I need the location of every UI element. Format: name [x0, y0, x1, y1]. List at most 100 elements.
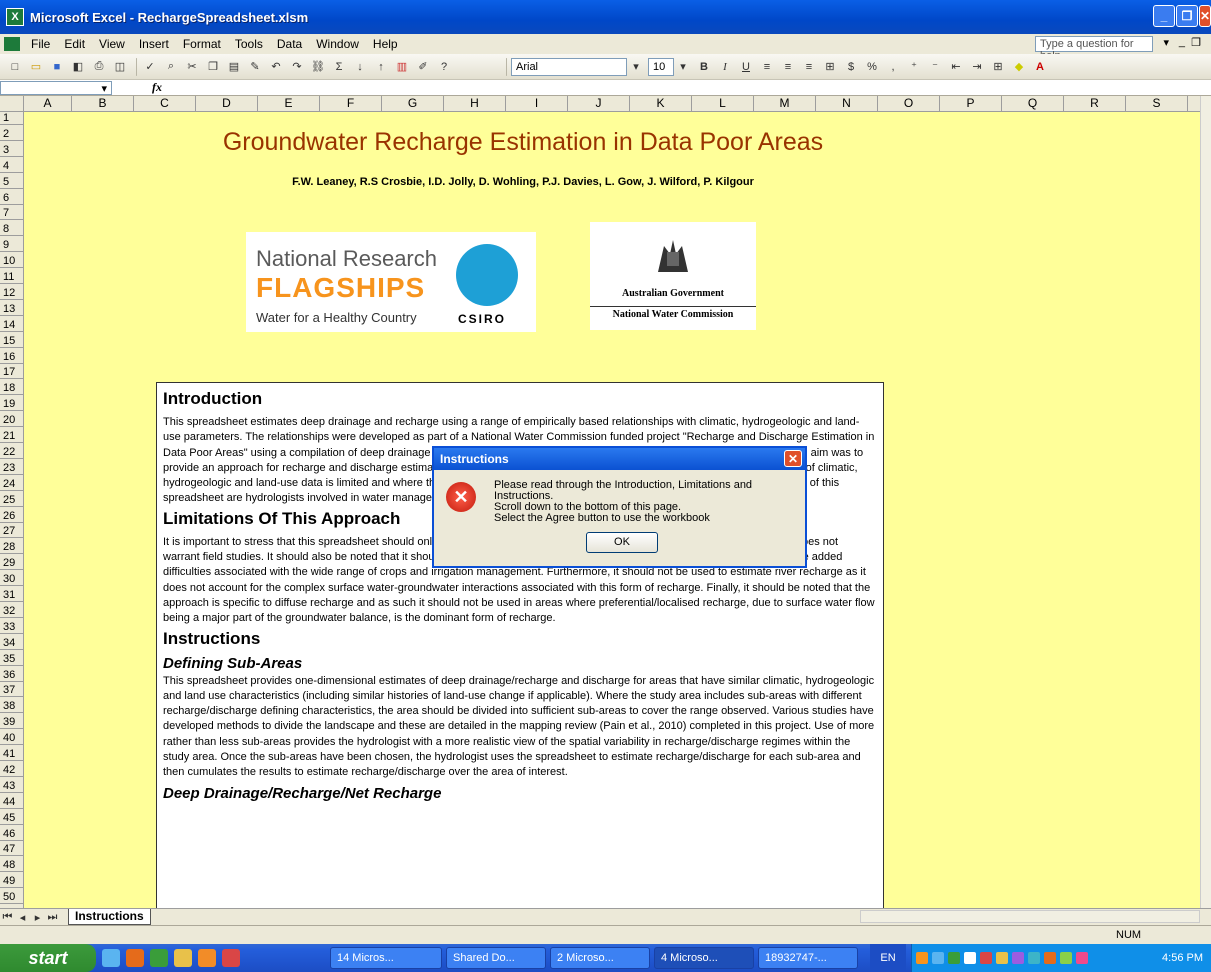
- folder-quicklaunch-icon[interactable]: [174, 949, 192, 967]
- row-header[interactable]: 15: [0, 335, 24, 348]
- column-header[interactable]: K: [630, 96, 692, 112]
- sort-descending-icon[interactable]: ↑: [372, 58, 390, 76]
- tray-icon[interactable]: [1044, 952, 1056, 964]
- row-header[interactable]: 10: [0, 255, 24, 269]
- row-header[interactable]: 8: [0, 223, 24, 237]
- next-sheet-icon[interactable]: ▸: [30, 911, 45, 924]
- row-header[interactable]: 24: [0, 478, 24, 491]
- row-header[interactable]: 23: [0, 462, 24, 475]
- format-painter-icon[interactable]: ✎: [246, 58, 264, 76]
- row-header[interactable]: 32: [0, 605, 24, 618]
- help-icon[interactable]: ?: [435, 58, 453, 76]
- menu-window[interactable]: Window: [309, 37, 366, 51]
- redo-icon[interactable]: ↷: [288, 58, 306, 76]
- row-header[interactable]: 3: [0, 144, 24, 157]
- ie-quicklaunch-icon[interactable]: [102, 949, 120, 967]
- row-header[interactable]: 7: [0, 207, 24, 221]
- row-header[interactable]: 21: [0, 430, 24, 443]
- taskbar-button-shared[interactable]: Shared Do...: [446, 947, 546, 969]
- print-preview-icon[interactable]: ◫: [111, 58, 129, 76]
- align-right-icon[interactable]: ≡: [800, 58, 818, 76]
- workbook-icon[interactable]: [4, 37, 20, 51]
- copy-icon[interactable]: ❐: [204, 58, 222, 76]
- row-header[interactable]: 31: [0, 589, 24, 602]
- column-header[interactable]: J: [568, 96, 630, 112]
- align-left-icon[interactable]: ≡: [758, 58, 776, 76]
- row-header[interactable]: 34: [0, 637, 24, 650]
- merge-center-icon[interactable]: ⊞: [821, 58, 839, 76]
- tray-icon[interactable]: [1060, 952, 1072, 964]
- row-header[interactable]: 36: [0, 669, 24, 682]
- row-header[interactable]: 18: [0, 382, 24, 396]
- horizontal-scrollbar[interactable]: [860, 910, 1200, 923]
- row-header[interactable]: 20: [0, 414, 24, 428]
- row-header[interactable]: 5: [0, 176, 24, 189]
- row-header[interactable]: 29: [0, 557, 24, 571]
- column-header[interactable]: Q: [1002, 96, 1064, 112]
- column-header[interactable]: F: [320, 96, 382, 112]
- underline-button[interactable]: U: [737, 58, 755, 76]
- align-center-icon[interactable]: ≡: [779, 58, 797, 76]
- font-dropdown-icon[interactable]: ▾: [627, 58, 645, 76]
- column-header[interactable]: E: [258, 96, 320, 112]
- spelling-icon[interactable]: ✓: [141, 58, 159, 76]
- drawing-icon[interactable]: ✐: [414, 58, 432, 76]
- row-header[interactable]: 14: [0, 319, 24, 332]
- currency-button[interactable]: $: [842, 58, 860, 76]
- row-header[interactable]: 38: [0, 700, 24, 714]
- size-dropdown-icon[interactable]: ▾: [674, 58, 692, 76]
- percent-button[interactable]: %: [863, 58, 881, 76]
- open-icon[interactable]: ▭: [27, 58, 45, 76]
- menu-edit[interactable]: Edit: [57, 37, 92, 51]
- cut-icon[interactable]: ✂: [183, 58, 201, 76]
- column-header[interactable]: L: [692, 96, 754, 112]
- first-sheet-icon[interactable]: ⏮: [0, 911, 15, 924]
- tray-icon[interactable]: [932, 952, 944, 964]
- row-header[interactable]: 27: [0, 525, 24, 539]
- autosum-icon[interactable]: Σ: [330, 58, 348, 76]
- firefox-quicklaunch-icon[interactable]: [126, 949, 144, 967]
- row-header[interactable]: 42: [0, 764, 24, 777]
- row-header[interactable]: 1: [0, 112, 24, 125]
- hyperlink-icon[interactable]: ⛓: [309, 58, 327, 76]
- row-header[interactable]: 9: [0, 239, 24, 253]
- media-quicklaunch-icon[interactable]: [198, 949, 216, 967]
- save-icon[interactable]: ■: [48, 58, 66, 76]
- new-icon[interactable]: □: [6, 58, 24, 76]
- row-header[interactable]: 45: [0, 812, 24, 825]
- excel-icon[interactable]: X: [6, 8, 24, 26]
- row-header[interactable]: 33: [0, 621, 24, 634]
- column-header[interactable]: O: [878, 96, 940, 112]
- row-header[interactable]: 46: [0, 828, 24, 841]
- minimize-button[interactable]: _: [1153, 5, 1175, 27]
- ok-button[interactable]: OK: [586, 532, 658, 553]
- row-header[interactable]: 4: [0, 160, 24, 173]
- row-header[interactable]: 30: [0, 573, 24, 587]
- start-button[interactable]: start: [0, 944, 96, 972]
- column-header[interactable]: I: [506, 96, 568, 112]
- row-header[interactable]: 22: [0, 446, 24, 459]
- comma-style-icon[interactable]: ,: [884, 58, 902, 76]
- research-icon[interactable]: ⌕: [162, 58, 180, 76]
- undo-icon[interactable]: ↶: [267, 58, 285, 76]
- app-quicklaunch-icon[interactable]: [222, 949, 240, 967]
- column-header[interactable]: A: [24, 96, 72, 112]
- tab-instructions[interactable]: Instructions: [68, 909, 151, 925]
- row-header[interactable]: 39: [0, 716, 24, 730]
- select-all-corner[interactable]: [0, 96, 24, 112]
- increase-indent-icon[interactable]: ⇥: [968, 58, 986, 76]
- row-header[interactable]: 35: [0, 653, 24, 666]
- taskbar-button-word[interactable]: 2 Microso...: [550, 947, 650, 969]
- prev-sheet-icon[interactable]: ◂: [15, 911, 30, 924]
- column-header[interactable]: G: [382, 96, 444, 112]
- sort-ascending-icon[interactable]: ↓: [351, 58, 369, 76]
- vertical-scrollbar[interactable]: [1200, 96, 1211, 908]
- taskbar-button-outlook[interactable]: 14 Micros...: [330, 947, 442, 969]
- row-header[interactable]: 28: [0, 541, 24, 555]
- borders-icon[interactable]: ⊞: [989, 58, 1007, 76]
- fx-icon[interactable]: fx: [152, 80, 162, 95]
- taskbar-button-pdf[interactable]: 18932747-...: [758, 947, 858, 969]
- dialog-close-button[interactable]: ✕: [784, 450, 802, 467]
- taskbar-button-excel[interactable]: 4 Microso...: [654, 947, 754, 969]
- tray-icon[interactable]: [916, 952, 928, 964]
